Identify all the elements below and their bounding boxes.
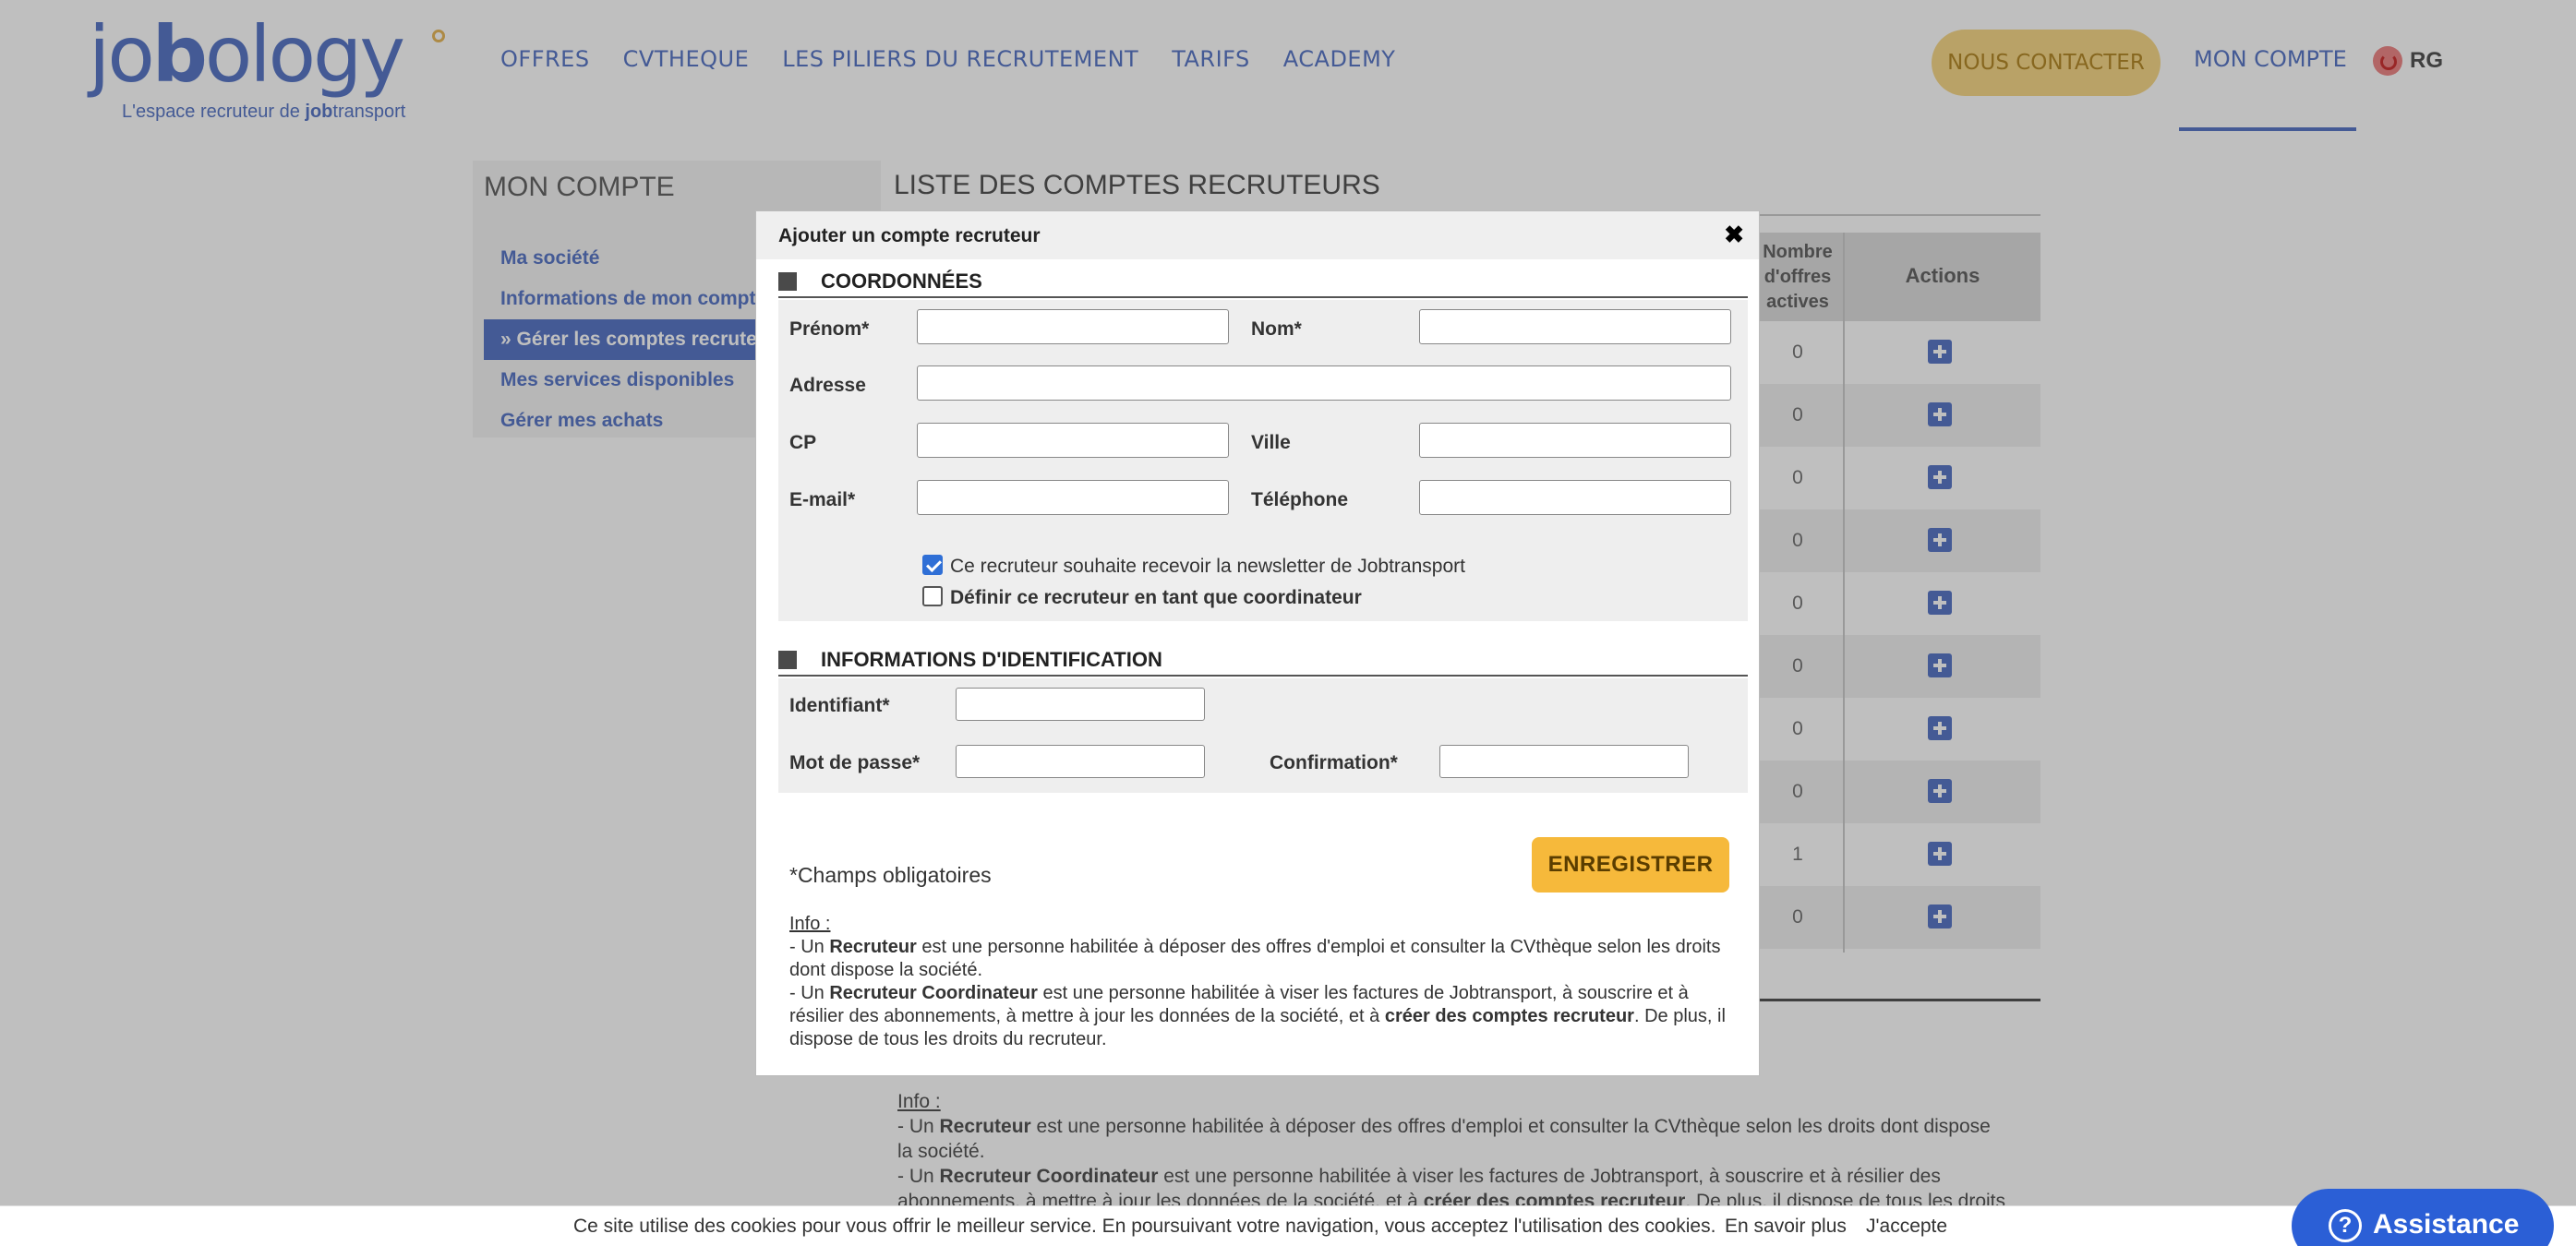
cp-input[interactable] bbox=[917, 423, 1229, 458]
section-coordonnees-body: Prénom* Nom* Adresse CP Ville E-mail* Té… bbox=[778, 300, 1748, 621]
section-identification-body: Identifiant* Mot de passe* Confirmation* bbox=[778, 678, 1748, 793]
prenom-label: Prénom* bbox=[789, 318, 870, 340]
cookie-banner: Ce site utilise des cookies pour vous of… bbox=[0, 1205, 2576, 1246]
add-recruiter-modal: Ajouter un compte recruteur ✖ COORDONNÉE… bbox=[755, 210, 1760, 1076]
assistance-label: Assistance bbox=[2373, 1209, 2520, 1240]
modal-title: Ajouter un compte recruteur bbox=[778, 225, 1041, 246]
password-label: Mot de passe* bbox=[789, 752, 921, 773]
modal-info-block: Info : - Un Recruteur est une personne h… bbox=[789, 914, 1726, 1049]
confirmation-input[interactable] bbox=[1439, 745, 1689, 778]
prenom-input[interactable] bbox=[917, 309, 1229, 344]
section-identification-title: INFORMATIONS D'IDENTIFICATION bbox=[821, 648, 1162, 671]
assistance-button[interactable]: ? Assistance bbox=[2292, 1189, 2554, 1246]
section-square-icon bbox=[778, 272, 797, 291]
info-title: Info : bbox=[789, 914, 831, 934]
section-square-icon bbox=[778, 651, 797, 669]
close-icon[interactable]: ✖ bbox=[1724, 221, 1744, 249]
identifiant-label: Identifiant* bbox=[789, 695, 890, 716]
ville-input[interactable] bbox=[1419, 423, 1731, 458]
adresse-input[interactable] bbox=[917, 365, 1731, 401]
section-coordonnees-title: COORDONNÉES bbox=[821, 270, 982, 293]
section-identification-header: INFORMATIONS D'IDENTIFICATION bbox=[778, 643, 1748, 677]
newsletter-checkbox[interactable] bbox=[922, 555, 943, 575]
help-icon: ? bbox=[2329, 1209, 2362, 1242]
nom-input[interactable] bbox=[1419, 309, 1731, 344]
cookie-accept-button[interactable]: J'accepte bbox=[1866, 1216, 1947, 1238]
section-coordonnees-header: COORDONNÉES bbox=[778, 265, 1748, 298]
cookie-text: Ce site utilise des cookies pour vous of… bbox=[573, 1216, 1716, 1237]
telephone-input[interactable] bbox=[1419, 480, 1731, 515]
nom-label: Nom* bbox=[1251, 318, 1302, 340]
required-fields-note: *Champs obligatoires bbox=[789, 863, 992, 887]
ville-label: Ville bbox=[1251, 432, 1291, 453]
coordinateur-checkbox[interactable] bbox=[922, 586, 943, 606]
confirmation-label: Confirmation* bbox=[1270, 752, 1398, 773]
adresse-label: Adresse bbox=[789, 375, 866, 396]
password-input[interactable] bbox=[956, 745, 1205, 778]
coordinateur-label[interactable]: Définir ce recruteur en tant que coordin… bbox=[950, 587, 1362, 609]
email-input[interactable] bbox=[917, 480, 1229, 515]
save-button[interactable]: ENREGISTRER bbox=[1532, 837, 1729, 893]
email-label: E-mail* bbox=[789, 489, 856, 510]
telephone-label: Téléphone bbox=[1251, 489, 1349, 510]
identifiant-input[interactable] bbox=[956, 688, 1205, 721]
cp-label: CP bbox=[789, 432, 817, 453]
newsletter-label[interactable]: Ce recruteur souhaite recevoir la newsle… bbox=[950, 556, 1465, 578]
modal-header: Ajouter un compte recruteur ✖ bbox=[756, 211, 1759, 259]
cookie-learn-more-link[interactable]: En savoir plus bbox=[1725, 1216, 1847, 1238]
